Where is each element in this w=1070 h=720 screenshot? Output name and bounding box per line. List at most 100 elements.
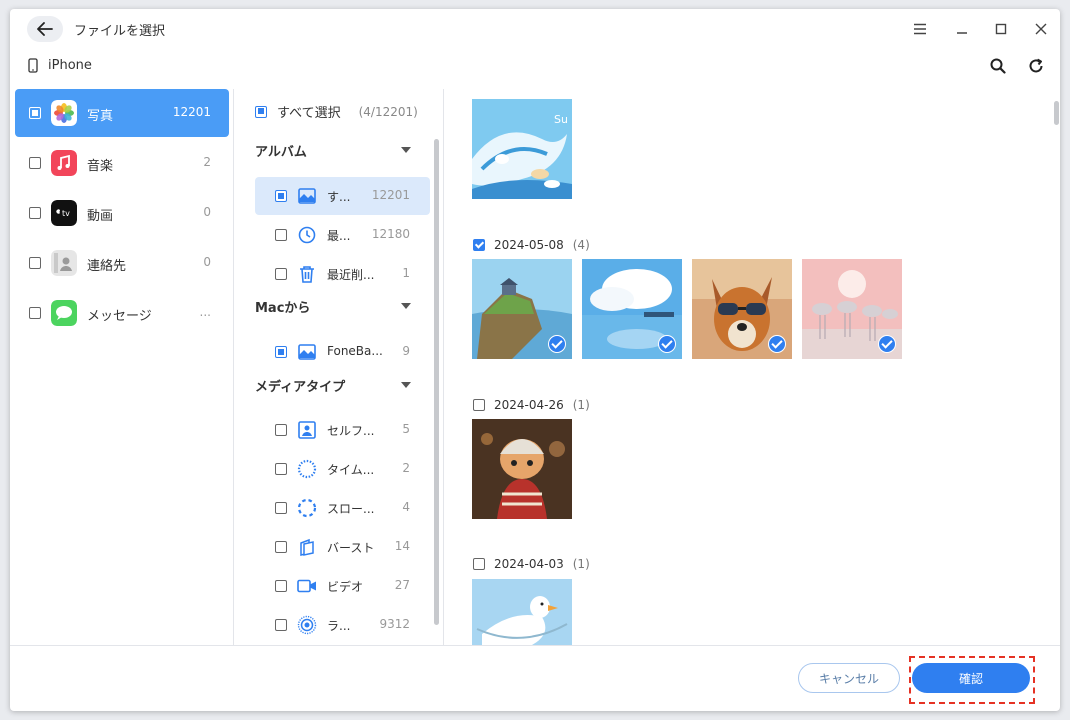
category-messages[interactable]: メッセージ ... <box>15 289 229 337</box>
category-count: 0 <box>203 255 211 269</box>
category-count: 2 <box>203 155 211 169</box>
slomo-icon <box>297 498 317 518</box>
album-checkbox[interactable] <box>275 619 287 631</box>
date-count: (1) <box>572 557 590 571</box>
category-photos[interactable]: 写真 12201 <box>15 89 229 137</box>
date-group-checkbox[interactable] <box>473 399 485 411</box>
date-group-header[interactable]: 2024-04-26 (1) <box>473 398 590 412</box>
media-burst[interactable]: バースト 14 <box>255 528 430 566</box>
date-count: (1) <box>572 398 590 412</box>
album-label: ビデオ <box>327 580 364 594</box>
album-recently-deleted[interactable]: 最近削... 1 <box>255 255 430 293</box>
timelapse-icon <box>297 459 317 479</box>
live-photo-icon <box>297 615 317 635</box>
section-media-toggle[interactable] <box>401 382 411 388</box>
album-checkbox[interactable] <box>275 229 287 241</box>
maximize-button[interactable] <box>989 17 1013 41</box>
phone-icon <box>28 58 38 73</box>
media-selfie[interactable]: セルフ... 5 <box>255 411 430 449</box>
refresh-button[interactable] <box>1025 55 1047 77</box>
media-timelapse[interactable]: タイム... 2 <box>255 450 430 488</box>
category-videos[interactable]: tv 動画 0 <box>15 189 229 237</box>
category-checkbox[interactable] <box>29 157 41 169</box>
select-all-checkbox[interactable] <box>255 105 267 118</box>
category-label: 連絡先 <box>87 259 127 274</box>
album-label: スロー... <box>327 502 375 516</box>
clock-icon <box>297 225 317 245</box>
album-fonebackup[interactable]: FoneBa... 9 <box>255 333 430 371</box>
back-button[interactable] <box>27 16 63 42</box>
select-all-label: すべて選択 <box>277 106 341 121</box>
confirm-highlight-box <box>909 656 1035 704</box>
photo-thumbnail[interactable] <box>802 259 902 359</box>
category-contacts[interactable]: 連絡先 0 <box>15 239 229 287</box>
arrow-left-icon <box>37 22 53 36</box>
album-label: 最... <box>327 229 351 243</box>
photo-thumbnail[interactable] <box>472 419 572 519</box>
category-label: 音楽 <box>87 159 114 174</box>
search-icon <box>990 58 1006 74</box>
selected-check-icon[interactable] <box>658 335 676 353</box>
date-group-checkbox[interactable] <box>473 239 485 251</box>
category-label: メッセージ <box>87 309 152 324</box>
album-checkbox[interactable] <box>275 268 287 280</box>
media-video[interactable]: ビデオ 27 <box>255 567 430 605</box>
cancel-button[interactable]: キャンセル <box>798 663 900 693</box>
video-camera-icon <box>297 576 317 596</box>
title-bar: ファイルを選択 <box>10 9 1060 47</box>
maximize-icon <box>995 23 1007 35</box>
album-scrollbar[interactable] <box>434 139 439 625</box>
minimize-icon <box>957 32 967 34</box>
media-live[interactable]: ラ... 9312 <box>255 606 430 644</box>
category-music[interactable]: 音楽 2 <box>15 139 229 187</box>
category-checkbox[interactable] <box>29 307 41 319</box>
photo-thumbnail[interactable] <box>692 259 792 359</box>
refresh-icon <box>1029 58 1043 73</box>
category-list: 写真 12201 音楽 2 tv 動画 0 連絡先 0 メッセージ ... <box>10 89 234 645</box>
section-mac-toggle[interactable] <box>401 303 411 309</box>
selected-check-icon[interactable] <box>768 335 786 353</box>
selected-check-icon[interactable] <box>878 335 896 353</box>
album-label: FoneBa... <box>327 344 383 358</box>
photo-thumbnail[interactable] <box>472 259 572 359</box>
search-button[interactable] <box>987 55 1009 77</box>
album-checkbox[interactable] <box>275 346 287 358</box>
date-label: 2024-04-26 <box>494 398 564 412</box>
category-checkbox[interactable] <box>29 107 41 119</box>
selected-check-icon[interactable] <box>548 335 566 353</box>
category-checkbox[interactable] <box>29 257 41 269</box>
album-checkbox[interactable] <box>275 190 287 202</box>
album-label: バースト <box>327 541 375 555</box>
media-slomo[interactable]: スロー... 4 <box>255 489 430 527</box>
album-checkbox[interactable] <box>275 424 287 436</box>
device-name: iPhone <box>48 58 92 73</box>
photo-scrollbar[interactable] <box>1054 101 1059 125</box>
album-label: ラ... <box>327 619 351 633</box>
album-checkbox[interactable] <box>275 502 287 514</box>
close-icon <box>1035 23 1047 35</box>
album-recents[interactable]: 最... 12180 <box>255 216 430 254</box>
album-checkbox[interactable] <box>275 580 287 592</box>
photo-thumbnail[interactable]: Su <box>472 99 572 199</box>
date-label: 2024-05-08 <box>494 238 564 252</box>
category-checkbox[interactable] <box>29 207 41 219</box>
album-all[interactable]: す... 12201 <box>255 177 430 215</box>
date-count: (4) <box>572 238 590 252</box>
burst-icon <box>297 537 317 557</box>
album-checkbox[interactable] <box>275 463 287 475</box>
photo-thumbnail[interactable] <box>582 259 682 359</box>
minimize-button[interactable] <box>950 17 974 41</box>
album-checkbox[interactable] <box>275 541 287 553</box>
date-group-header[interactable]: 2024-05-08 (4) <box>473 238 590 252</box>
section-album-toggle[interactable] <box>401 147 411 153</box>
category-count: ... <box>199 305 211 319</box>
menu-button[interactable] <box>908 17 932 41</box>
device-bar: iPhone <box>10 49 1060 83</box>
photo-thumbnail[interactable] <box>472 579 572 645</box>
section-album: アルバム <box>255 145 307 160</box>
category-count: 0 <box>203 205 211 219</box>
date-group-checkbox[interactable] <box>473 558 485 570</box>
date-group-header[interactable]: 2024-04-03 (1) <box>473 557 590 571</box>
close-button[interactable] <box>1029 17 1053 41</box>
select-all[interactable]: すべて選択 (4/12201) <box>255 102 418 121</box>
